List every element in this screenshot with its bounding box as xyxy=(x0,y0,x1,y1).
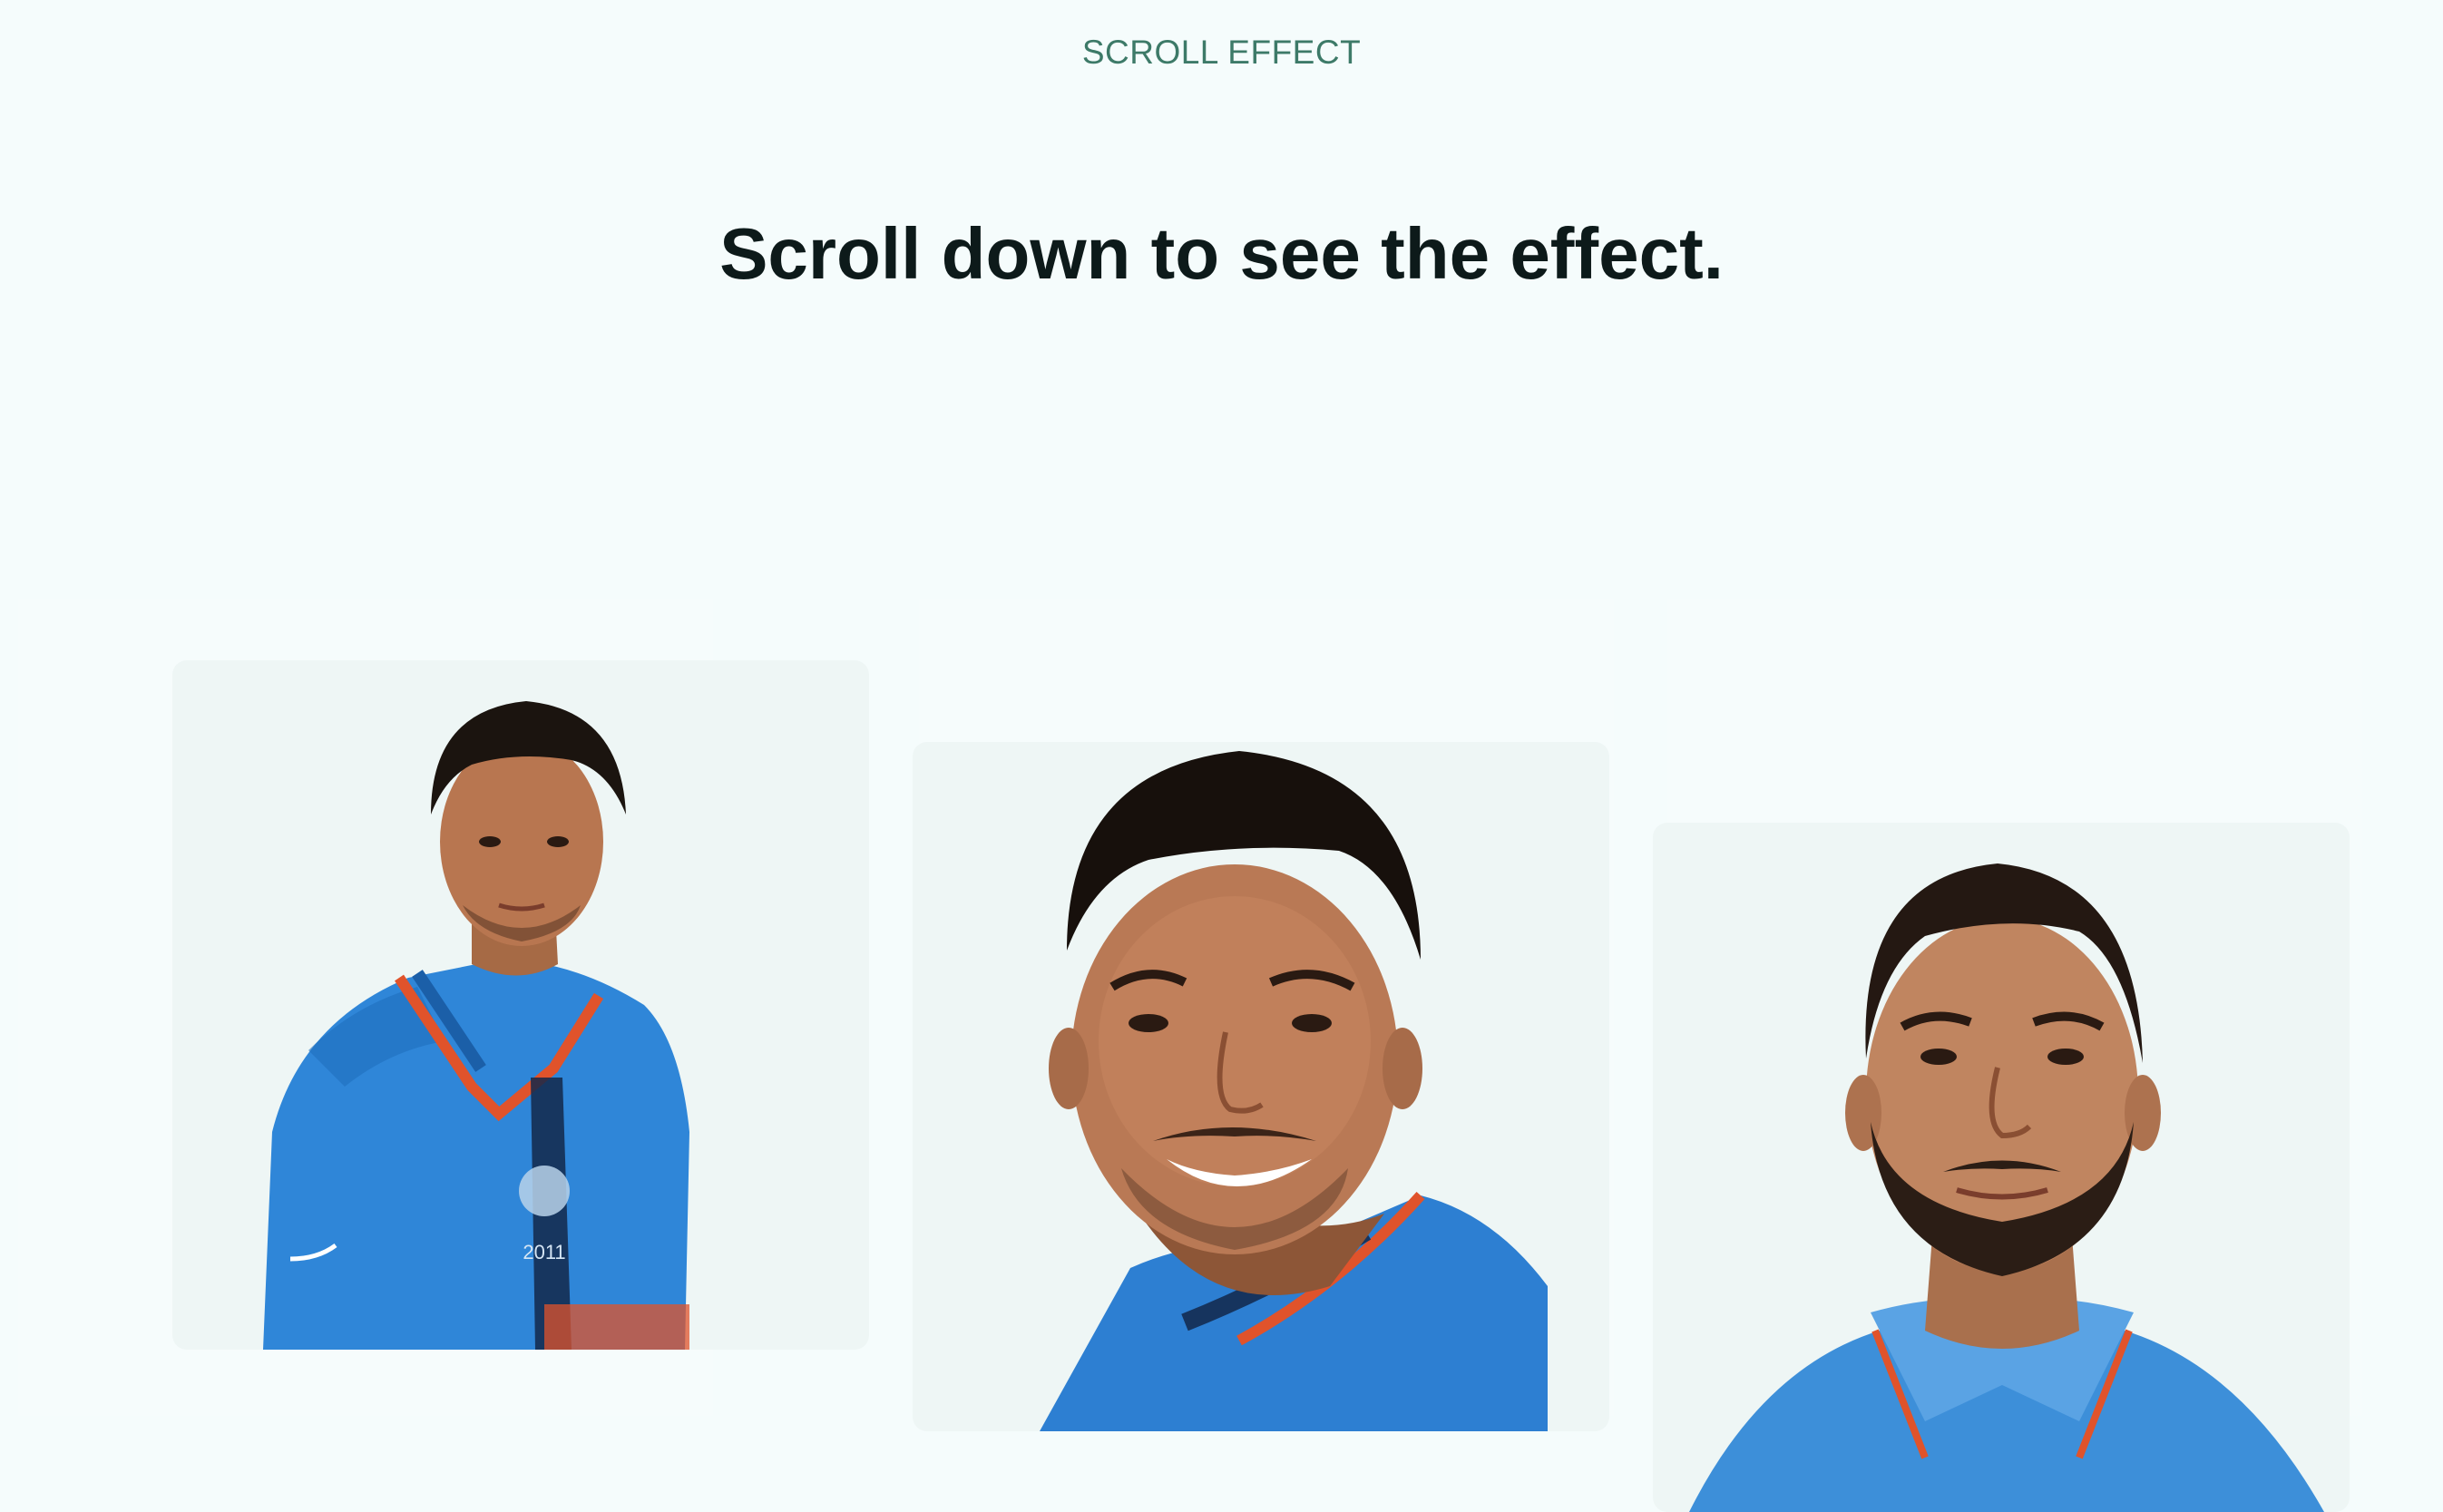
page-eyebrow: SCROLL EFFECT xyxy=(1081,34,1362,71)
jersey-year-text: 2011 xyxy=(523,1241,565,1263)
portrait-image-1: 2011 xyxy=(263,701,689,1350)
portrait-card-1: 2011 xyxy=(172,660,869,1350)
portrait-card-2 xyxy=(913,742,1609,1431)
portrait-card-3 xyxy=(1653,823,2350,1512)
portrait-image-3 xyxy=(1689,863,2324,1512)
portrait-image-2 xyxy=(1040,751,1548,1431)
page-title: Scroll down to see the effect. xyxy=(719,213,1724,294)
